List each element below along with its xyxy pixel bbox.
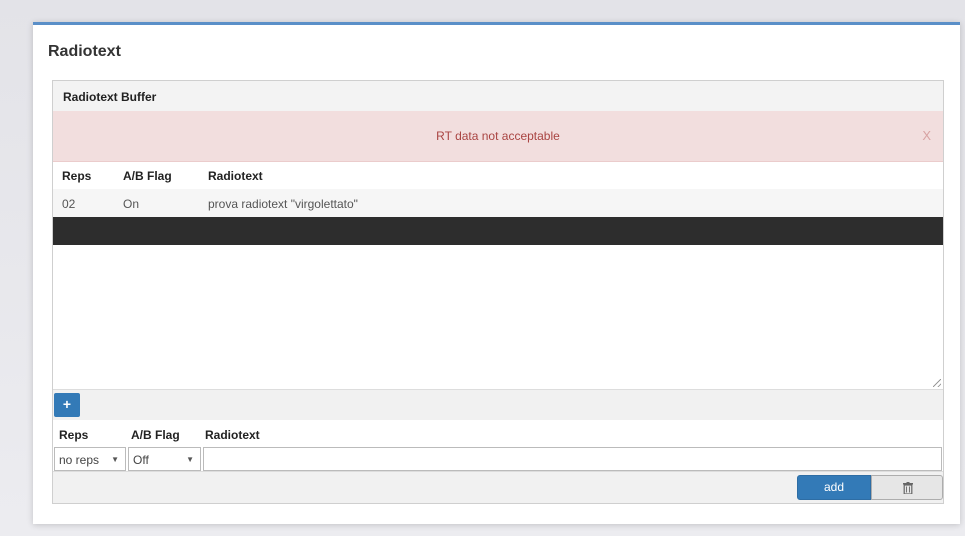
column-radiotext: Radiotext — [208, 169, 263, 183]
radiotext-buffer-box: Radiotext Buffer RT data not acceptable … — [52, 80, 944, 504]
radiotext-input[interactable] — [203, 447, 942, 471]
input-header: Reps A/B Flag Radiotext — [53, 420, 943, 446]
column-ab-flag: A/B Flag — [123, 169, 172, 183]
selected-table-row[interactable] — [53, 217, 943, 245]
reps-select-value: no reps — [59, 453, 100, 467]
alert-close-button[interactable]: X — [922, 128, 931, 143]
add-button[interactable]: add — [797, 475, 871, 500]
radiotext-panel: Radiotext Radiotext Buffer RT data not a… — [33, 22, 960, 524]
add-row-button[interactable]: + — [54, 393, 80, 417]
alert-message: RT data not acceptable — [436, 129, 560, 143]
trash-icon — [903, 482, 913, 494]
row-reps: 02 — [62, 197, 76, 211]
column-reps: Reps — [62, 169, 92, 183]
input-column-radiotext: Radiotext — [205, 428, 260, 442]
error-alert: RT data not acceptable X — [53, 111, 943, 162]
ab-flag-select-value: Off — [133, 453, 149, 467]
row-ab-flag: On — [123, 197, 140, 211]
chevron-down-icon: ▼ — [186, 455, 194, 464]
buffer-toolbar: + — [53, 390, 943, 420]
input-column-reps: Reps — [59, 428, 89, 442]
panel-title: Radiotext — [48, 43, 121, 60]
buffer-header-title: Radiotext Buffer — [63, 90, 157, 104]
buffer-header: Radiotext Buffer — [53, 81, 943, 112]
row-radiotext: prova radiotext "virgolettato" — [208, 197, 358, 211]
buffer-table: Reps A/B Flag Radiotext 02 On prova radi… — [53, 161, 943, 217]
reps-select[interactable]: no reps ▼ — [54, 447, 126, 471]
buffer-footer: add — [53, 471, 943, 503]
input-row: no reps ▼ Off ▼ — [53, 446, 943, 474]
ab-flag-select[interactable]: Off ▼ — [128, 447, 201, 471]
input-column-ab-flag: A/B Flag — [131, 428, 180, 442]
buffer-list-area[interactable] — [53, 245, 943, 390]
delete-button[interactable] — [871, 475, 943, 500]
table-row[interactable]: 02 On prova radiotext "virgolettato" — [53, 189, 943, 217]
chevron-down-icon: ▼ — [111, 455, 119, 464]
buffer-table-header: Reps A/B Flag Radiotext — [53, 161, 943, 189]
resize-grip-icon[interactable] — [933, 379, 941, 387]
